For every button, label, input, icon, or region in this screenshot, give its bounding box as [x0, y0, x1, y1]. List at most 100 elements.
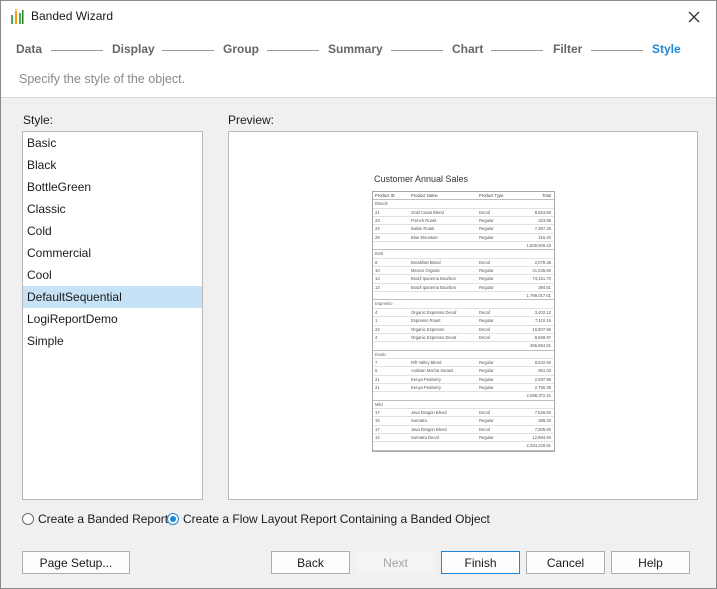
style-item[interactable]: Black — [23, 154, 202, 176]
report-cell: 10 — [375, 268, 380, 274]
report-cell: 2,597.95 — [534, 376, 551, 382]
report-cell — [479, 342, 524, 349]
report-detail-row: 5 Arabian Mocha Sanani Regular 661.03 — [373, 367, 554, 376]
step-chart[interactable]: Chart — [452, 42, 483, 56]
report-detail-row: 4 Organic Espresso Decaf Decaf 8,599.97 — [373, 334, 554, 343]
flow-layout-option[interactable]: Create a Flow Layout Report Containing a… — [167, 512, 490, 526]
report-detail-row: 8 Breakfast Blend Decaf 2,078.36 — [373, 259, 554, 268]
report-detail-row: 1 Espresso Roast Regular 7,110.16 — [373, 317, 554, 326]
step-data[interactable]: Data — [16, 42, 42, 56]
report-cell: 21 — [375, 376, 380, 382]
page-setup-button[interactable]: Page Setup... — [22, 551, 130, 574]
report-cell: Regular — [479, 276, 494, 282]
report-cell: Regular — [479, 384, 494, 390]
report-cell: Regular — [479, 268, 494, 274]
banded-report-label: Create a Banded Report — [38, 512, 169, 526]
report-cell — [373, 242, 411, 249]
flow-layout-radio[interactable] — [167, 513, 179, 525]
report-cell: 661.03 — [538, 368, 551, 374]
report-title: Customer Annual Sales — [374, 174, 469, 184]
next-button: Next — [356, 551, 435, 574]
report-detail-row: 22 Organic Espresso Decaf 10,907.65 — [373, 326, 554, 334]
help-button[interactable]: Help — [611, 551, 690, 574]
report-group-row: Espresso — [373, 300, 554, 309]
step-filter[interactable]: Filter — [553, 42, 582, 56]
close-button[interactable] — [672, 1, 716, 32]
report-cell: 22 — [375, 326, 380, 332]
report-cell: 21 — [375, 209, 380, 215]
report-cell: 4 — [375, 334, 378, 340]
style-item[interactable]: Basic — [23, 132, 202, 154]
title-bar: Banded Wizard — [1, 1, 716, 32]
group-total: 1,839,509.43 — [526, 243, 551, 249]
report-detail-row: 13 Brazil Ipanema Bourbon Regular 384.61 — [373, 284, 554, 293]
group-total: 1,799,017.01 — [526, 293, 551, 299]
report-total-row: 1,839,509.43 — [373, 242, 554, 251]
report-cell — [479, 242, 524, 249]
preview-panel: Customer Annual Sales Product ID Product… — [228, 131, 698, 500]
report-detail-row: 7 Rift Valley Blend Regular 9,542.65 — [373, 359, 554, 368]
report-cell: Blue Mountain — [411, 234, 438, 240]
style-item[interactable]: Cold — [23, 220, 202, 242]
report-preview: Customer Annual Sales Product ID Product… — [372, 174, 555, 452]
step-connector — [391, 50, 443, 51]
report-cell: Brazil Ipanema Bourbon — [411, 284, 456, 290]
finish-button[interactable]: Finish — [441, 551, 520, 574]
report-cell: Arabian Mocha Sanani — [411, 368, 454, 374]
report-cell: 1 — [375, 318, 378, 324]
back-button[interactable]: Back — [271, 551, 350, 574]
report-cell: Brazil Ipanema Bourbon — [411, 276, 456, 282]
window-title: Banded Wizard — [31, 9, 114, 23]
report-table: Product ID Product Name Product Type Tot… — [372, 191, 555, 452]
report-cell: 21 — [375, 384, 380, 390]
style-item[interactable]: Commercial — [23, 242, 202, 264]
report-detail-row: 28 Blue Mountain Regular 316.40 — [373, 234, 554, 243]
report-cell — [411, 242, 479, 249]
report-cell: Regular — [479, 376, 494, 382]
flow-layout-label: Create a Flow Layout Report Containing a… — [183, 512, 490, 526]
style-list[interactable]: Basic Black BottleGreen Classic Cold Com… — [22, 131, 203, 500]
banded-report-option[interactable]: Create a Banded Report — [22, 512, 168, 526]
step-group[interactable]: Group — [223, 42, 259, 56]
style-item-selected[interactable]: DefaultSequential — [23, 286, 202, 308]
group-name: Espresso — [375, 301, 393, 307]
banded-wizard-dialog: Banded Wizard Data Display Group Summary… — [0, 0, 717, 589]
report-cell: Decaf — [479, 309, 490, 315]
report-cell: 3,402.12 — [534, 309, 551, 315]
report-total-row: 1,799,017.01 — [373, 292, 554, 301]
style-item[interactable]: Classic — [23, 198, 202, 220]
report-cell: 13 — [375, 284, 380, 290]
report-cell: 2,078.36 — [534, 259, 551, 265]
report-cell: 8,553.60 — [534, 209, 551, 215]
step-connector — [591, 50, 643, 51]
style-item[interactable]: BottleGreen — [23, 176, 202, 198]
style-item[interactable]: Simple — [23, 330, 202, 352]
report-cell: 7 — [375, 359, 378, 365]
step-summary[interactable]: Summary — [328, 42, 383, 56]
report-cell: Decaf — [479, 334, 490, 340]
banded-report-radio[interactable] — [22, 513, 34, 525]
report-cell: Sumatra — [411, 418, 427, 424]
report-cell: 8 — [375, 259, 378, 265]
report-detail-row: 17 Java Dragon Blend Decaf 7,526.60 — [373, 409, 554, 418]
step-display[interactable]: Display — [112, 42, 155, 56]
report-cell: 2,790.39 — [534, 384, 551, 390]
report-cell: 21,035.60 — [532, 268, 551, 274]
group-name: Exotic — [375, 351, 387, 357]
step-description: Specify the style of the object. — [19, 72, 186, 86]
step-style[interactable]: Style — [652, 42, 681, 56]
report-cell: 15 — [375, 418, 380, 424]
report-detail-row: 21 Kenya Peaberry Regular 2,790.39 — [373, 384, 554, 393]
report-cell: 7,110.16 — [535, 318, 551, 324]
style-item[interactable]: LogiReportDemo — [23, 308, 202, 330]
report-group-row: Exotic — [373, 351, 554, 359]
step-connector — [162, 50, 214, 51]
report-cell: 7,505.60 — [534, 426, 551, 432]
report-cell: Organic Espresso — [411, 326, 445, 332]
report-cell: Italian Roast — [411, 226, 435, 232]
style-item[interactable]: Cool — [23, 264, 202, 286]
report-cell — [479, 442, 524, 449]
report-cell: Decaf — [479, 326, 490, 332]
wizard-header: Data Display Group Summary Chart Filter … — [1, 32, 716, 98]
cancel-button[interactable]: Cancel — [526, 551, 605, 574]
